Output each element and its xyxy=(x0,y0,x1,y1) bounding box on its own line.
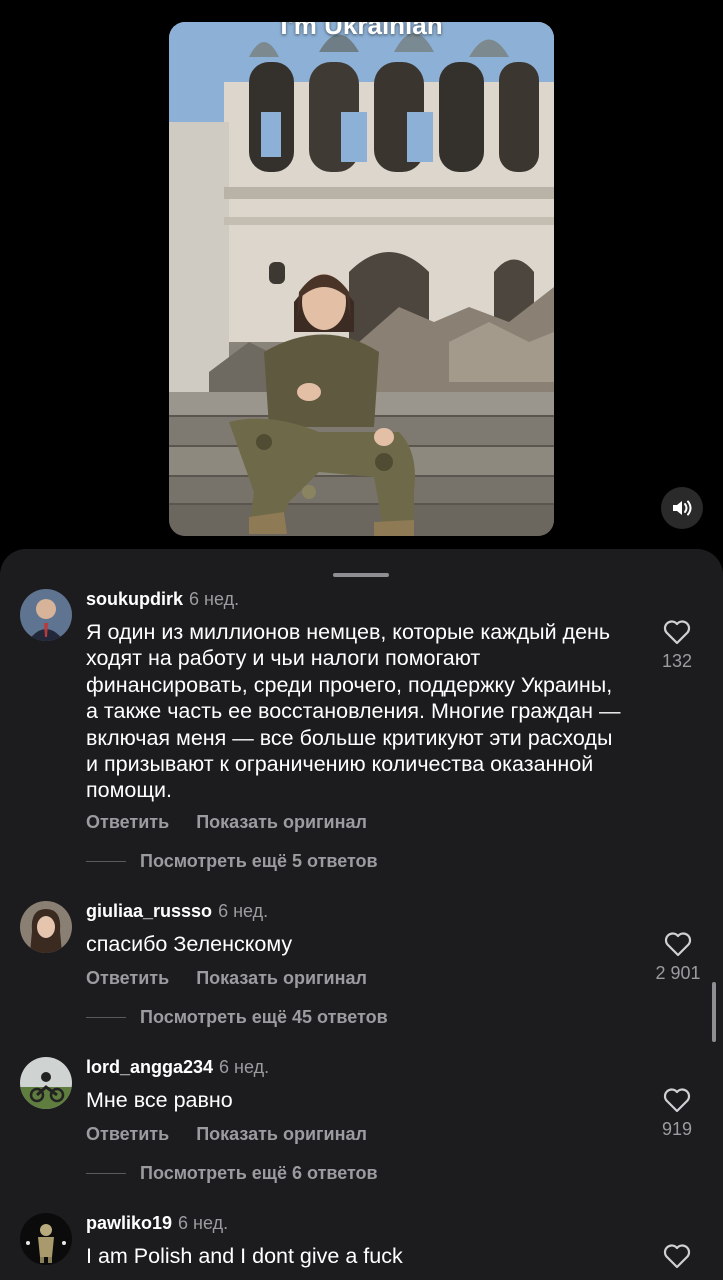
show-original-button[interactable]: Показать оригинал xyxy=(196,812,367,833)
avatar[interactable] xyxy=(20,901,72,953)
avatar[interactable] xyxy=(20,1057,72,1109)
reply-button[interactable]: Ответить xyxy=(86,968,169,989)
volume-button[interactable] xyxy=(661,487,703,529)
heart-icon xyxy=(663,1088,691,1113)
like-button[interactable]: 919 xyxy=(655,1087,699,1140)
username[interactable]: giuliaa_russso xyxy=(86,901,212,922)
view-replies-button[interactable]: Посмотреть ещё 6 ответов xyxy=(86,1163,378,1184)
timestamp: 6 нед. xyxy=(189,589,240,609)
comment-text: I am Polish and I dont give a fuck xyxy=(86,1244,403,1268)
reply-button[interactable]: Ответить xyxy=(86,1124,169,1145)
reply-button[interactable]: Ответить xyxy=(86,812,169,833)
comment-header: giuliaa_russso 6 нед. xyxy=(86,901,268,925)
comment-actions: Ответить Показать оригинал xyxy=(86,968,367,989)
view-replies-button[interactable]: Посмотреть ещё 5 ответов xyxy=(86,851,378,872)
view-replies-label: Посмотреть ещё 45 ответов xyxy=(140,1007,388,1027)
scrollbar[interactable] xyxy=(712,982,716,1042)
volume-icon xyxy=(673,500,692,516)
comment-actions: Ответить Показать оригинал xyxy=(86,1124,367,1145)
video-frame xyxy=(169,22,554,536)
video-player[interactable]: I'm Ukrainian xyxy=(169,22,554,536)
drag-handle[interactable] xyxy=(333,573,389,577)
timestamp: 6 нед. xyxy=(178,1213,229,1233)
like-button[interactable] xyxy=(655,1243,699,1269)
comments-sheet: soukupdirk 6 нед. Я один из миллионов не… xyxy=(0,549,723,1280)
replies-divider xyxy=(86,1017,126,1018)
username[interactable]: pawliko19 xyxy=(86,1213,172,1234)
comment-actions: Ответить Показать оригинал xyxy=(86,812,367,833)
view-replies-label: Посмотреть ещё 6 ответов xyxy=(140,1163,378,1183)
comment-header: soukupdirk 6 нед. xyxy=(86,589,239,613)
heart-icon xyxy=(664,932,692,957)
like-button[interactable]: 132 xyxy=(655,619,699,672)
like-count: 2 901 xyxy=(655,963,701,983)
video-caption: I'm Ukrainian xyxy=(280,22,443,40)
avatar[interactable] xyxy=(20,589,72,641)
view-replies-button[interactable]: Посмотреть ещё 45 ответов xyxy=(86,1007,388,1028)
like-count: 132 xyxy=(661,651,693,671)
heart-icon xyxy=(663,620,691,645)
like-button[interactable]: 2 901 xyxy=(650,931,706,984)
comment-text: Мне все равно xyxy=(86,1088,233,1112)
replies-divider xyxy=(86,861,126,862)
like-count: 919 xyxy=(661,1119,693,1139)
comment-text: спасибо Зеленскому xyxy=(86,932,293,956)
replies-divider xyxy=(86,1173,126,1174)
heart-icon xyxy=(663,1244,691,1269)
comment-header: pawliko19 6 нед. xyxy=(86,1213,228,1237)
comment-header: lord_angga234 6 нед. xyxy=(86,1057,269,1081)
comment-text: Я один из миллионов немцев, которые кажд… xyxy=(86,620,621,803)
show-original-button[interactable]: Показать оригинал xyxy=(196,968,367,989)
timestamp: 6 нед. xyxy=(218,901,269,921)
screen: I'm Ukrainian soukupdirk 6 нед. Я один и… xyxy=(0,0,723,1280)
view-replies-label: Посмотреть ещё 5 ответов xyxy=(140,851,378,871)
show-original-button[interactable]: Показать оригинал xyxy=(196,1124,367,1145)
username[interactable]: soukupdirk xyxy=(86,589,183,610)
username[interactable]: lord_angga234 xyxy=(86,1057,213,1078)
timestamp: 6 нед. xyxy=(219,1057,270,1077)
avatar[interactable] xyxy=(20,1213,72,1265)
